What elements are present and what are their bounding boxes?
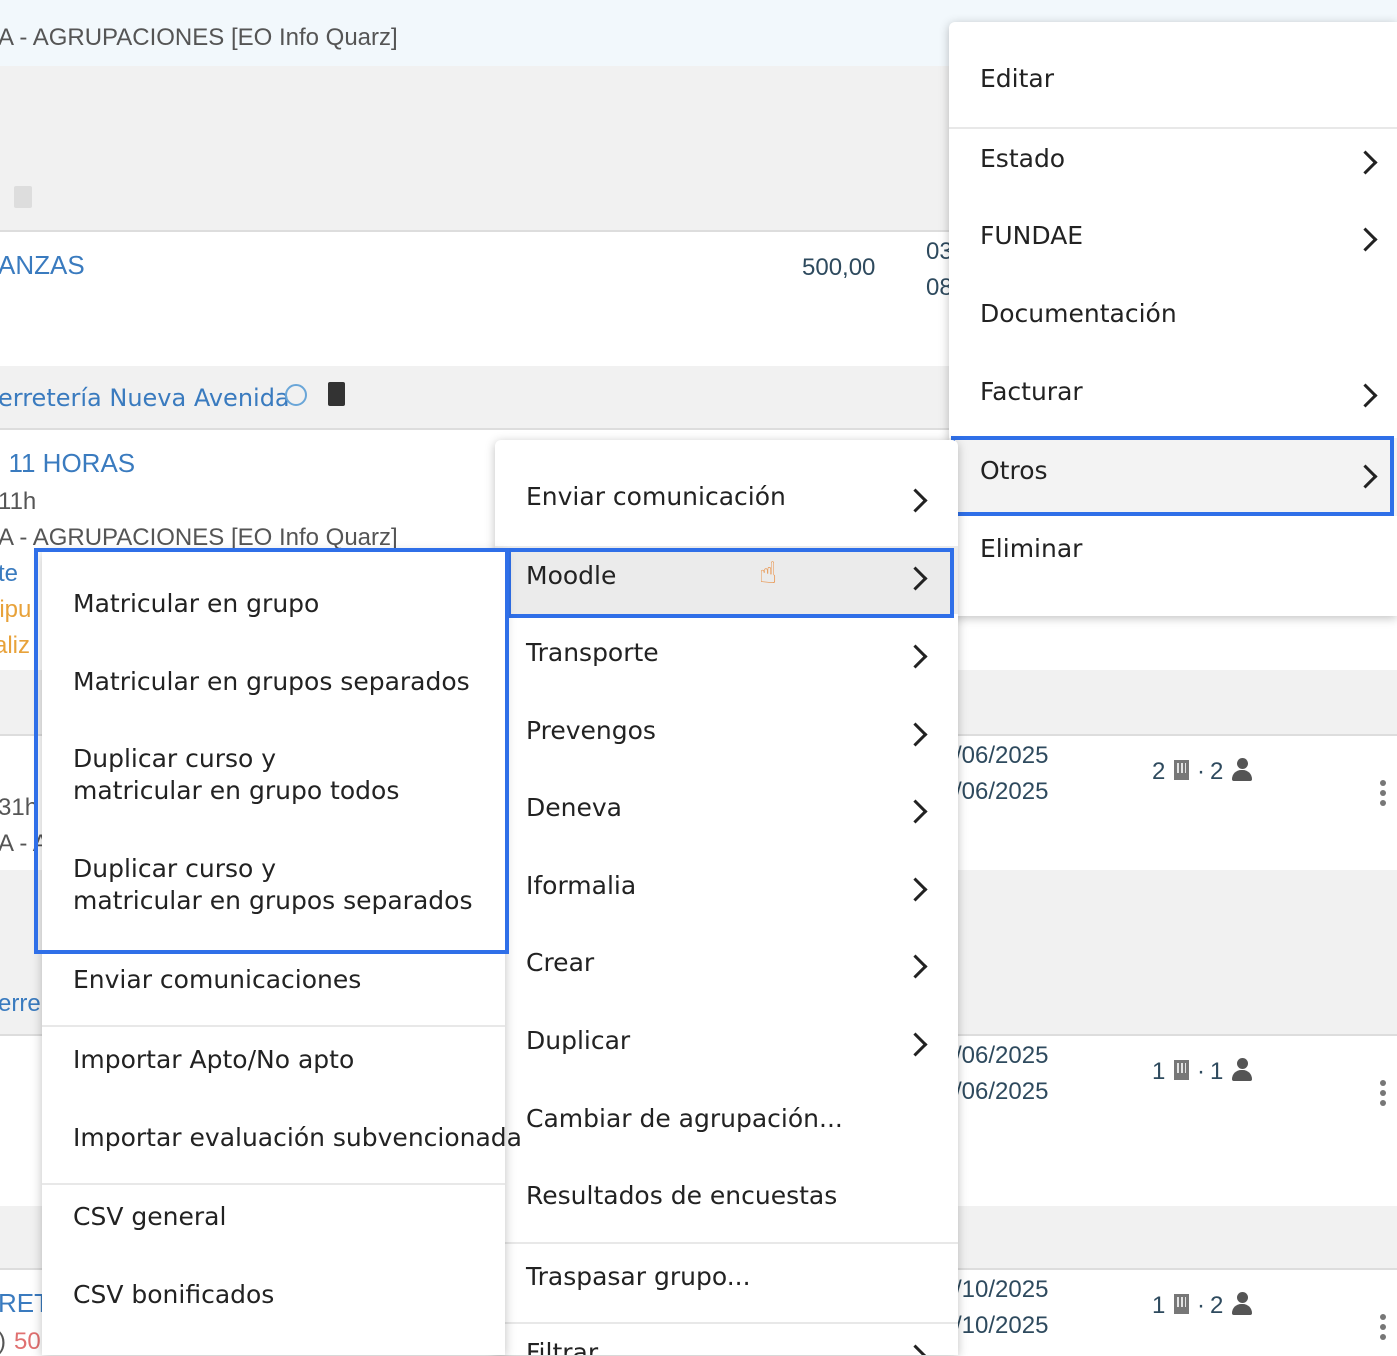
highlight-otros bbox=[951, 436, 1394, 516]
company-count: 1 bbox=[1152, 1058, 1166, 1085]
course-date-end: /06/2025 bbox=[955, 778, 1049, 805]
menu-item-eliminar[interactable]: Eliminar bbox=[949, 534, 1397, 574]
menu-item-cambiar-agrupacion[interactable]: Cambiar de agrupación... bbox=[495, 1104, 958, 1144]
group-header-title: A - AGRUPACIONES [EO Info Quarz] bbox=[0, 24, 398, 51]
course-date-end: /10/2025 bbox=[955, 1312, 1049, 1339]
menu-item-resultados-encuestas[interactable]: Resultados de encuestas bbox=[495, 1181, 958, 1221]
person-icon bbox=[1232, 1058, 1252, 1082]
highlight-moodle bbox=[507, 548, 954, 618]
menu-item-estado[interactable]: Estado bbox=[949, 144, 1397, 184]
highlight-moodle-options bbox=[34, 548, 509, 954]
menu-item-duplicar[interactable]: Duplicar bbox=[495, 1026, 958, 1066]
menu-item-csv-bonificados[interactable]: CSV bonificados bbox=[42, 1280, 505, 1320]
course-status: iipu bbox=[0, 596, 32, 623]
separator-dot: · bbox=[1197, 758, 1205, 785]
check-circle-icon bbox=[285, 384, 307, 406]
course-name[interactable]: ANZAS bbox=[0, 250, 85, 281]
menu-divider bbox=[495, 1242, 958, 1244]
separator-dot: · bbox=[1197, 1058, 1205, 1085]
menu-item-fundae[interactable]: FUNDAE bbox=[949, 221, 1397, 261]
menu-item-editar[interactable]: Editar bbox=[949, 64, 1397, 104]
menu-item-importar-evaluacion[interactable]: Importar evaluación subvencionada bbox=[42, 1123, 522, 1163]
student-count: 1 bbox=[1210, 1058, 1224, 1085]
course-date-start: /10/2025 bbox=[955, 1276, 1049, 1303]
chevron-right-icon bbox=[1353, 383, 1378, 408]
menu-item-enviar-comunicacion[interactable]: Enviar comunicación bbox=[495, 482, 958, 522]
chevron-right-icon bbox=[903, 722, 928, 747]
course-amount: 500,00 bbox=[802, 254, 876, 281]
menu-divider bbox=[495, 1322, 958, 1324]
menu-item-filtrar[interactable]: Filtrar bbox=[495, 1338, 958, 1355]
menu-item-enviar-comunicaciones[interactable]: Enviar comunicaciones bbox=[42, 965, 505, 1005]
building-icon bbox=[1174, 1060, 1189, 1080]
course-value: 50 bbox=[14, 1328, 41, 1355]
building-icon bbox=[1174, 1294, 1189, 1314]
chevron-right-icon bbox=[1353, 227, 1378, 252]
menu-item-iformalia[interactable]: Iformalia bbox=[495, 871, 958, 911]
course-status: aliz bbox=[0, 632, 31, 659]
chevron-right-icon bbox=[903, 954, 928, 979]
menu-item-documentacion[interactable]: Documentación bbox=[949, 299, 1397, 339]
chevron-right-icon bbox=[903, 877, 928, 902]
student-count: 2 bbox=[1210, 1292, 1224, 1319]
menu-divider bbox=[42, 1025, 505, 1027]
menu-item-prevengos[interactable]: Prevengos bbox=[495, 716, 958, 756]
more-options-icon[interactable] bbox=[1380, 780, 1386, 810]
company-name[interactable]: erretería Nueva Avenida bbox=[0, 384, 290, 412]
document-icon[interactable] bbox=[328, 382, 345, 406]
course-hours: 11h bbox=[0, 488, 37, 515]
course-status: te bbox=[0, 560, 19, 587]
chevron-right-icon bbox=[903, 1032, 928, 1057]
more-options-icon[interactable] bbox=[1380, 1080, 1386, 1110]
context-menu: Editar Estado FUNDAE Documentación Factu… bbox=[949, 22, 1397, 616]
more-options-icon[interactable] bbox=[1380, 1314, 1386, 1344]
menu-item-traspasar-grupo[interactable]: Traspasar grupo... bbox=[495, 1262, 958, 1302]
company-name[interactable]: erre bbox=[0, 990, 41, 1018]
company-count: 2 bbox=[1152, 758, 1166, 785]
menu-item-facturar[interactable]: Facturar bbox=[949, 377, 1397, 417]
chevron-right-icon bbox=[903, 644, 928, 669]
person-icon bbox=[1232, 758, 1252, 782]
company-count: 1 bbox=[1152, 1292, 1166, 1319]
document-icon bbox=[14, 186, 32, 208]
menu-item-transporte[interactable]: Transporte bbox=[495, 638, 958, 678]
course-name[interactable]: . 11 HORAS bbox=[0, 448, 135, 479]
course-prefix: ) bbox=[0, 1328, 6, 1356]
chevron-right-icon bbox=[903, 488, 928, 513]
menu-divider bbox=[42, 1183, 505, 1185]
menu-item-crear[interactable]: Crear bbox=[495, 948, 958, 988]
person-icon bbox=[1232, 1292, 1252, 1316]
chevron-right-icon bbox=[903, 1344, 928, 1355]
separator-dot: · bbox=[1197, 1292, 1205, 1319]
chevron-right-icon bbox=[903, 799, 928, 824]
building-icon bbox=[1174, 760, 1189, 780]
menu-item-importar-apto[interactable]: Importar Apto/No apto bbox=[42, 1045, 505, 1085]
course-date-end: /06/2025 bbox=[955, 1078, 1049, 1105]
menu-item-deneva[interactable]: Deneva bbox=[495, 793, 958, 833]
course-date-start: /06/2025 bbox=[955, 1042, 1049, 1069]
student-count: 2 bbox=[1210, 758, 1224, 785]
menu-item-csv-general[interactable]: CSV general bbox=[42, 1202, 505, 1242]
menu-divider bbox=[949, 127, 1397, 129]
course-date-start: /06/2025 bbox=[955, 742, 1049, 769]
course-hours: 31h bbox=[0, 794, 39, 821]
chevron-right-icon bbox=[1353, 150, 1378, 175]
